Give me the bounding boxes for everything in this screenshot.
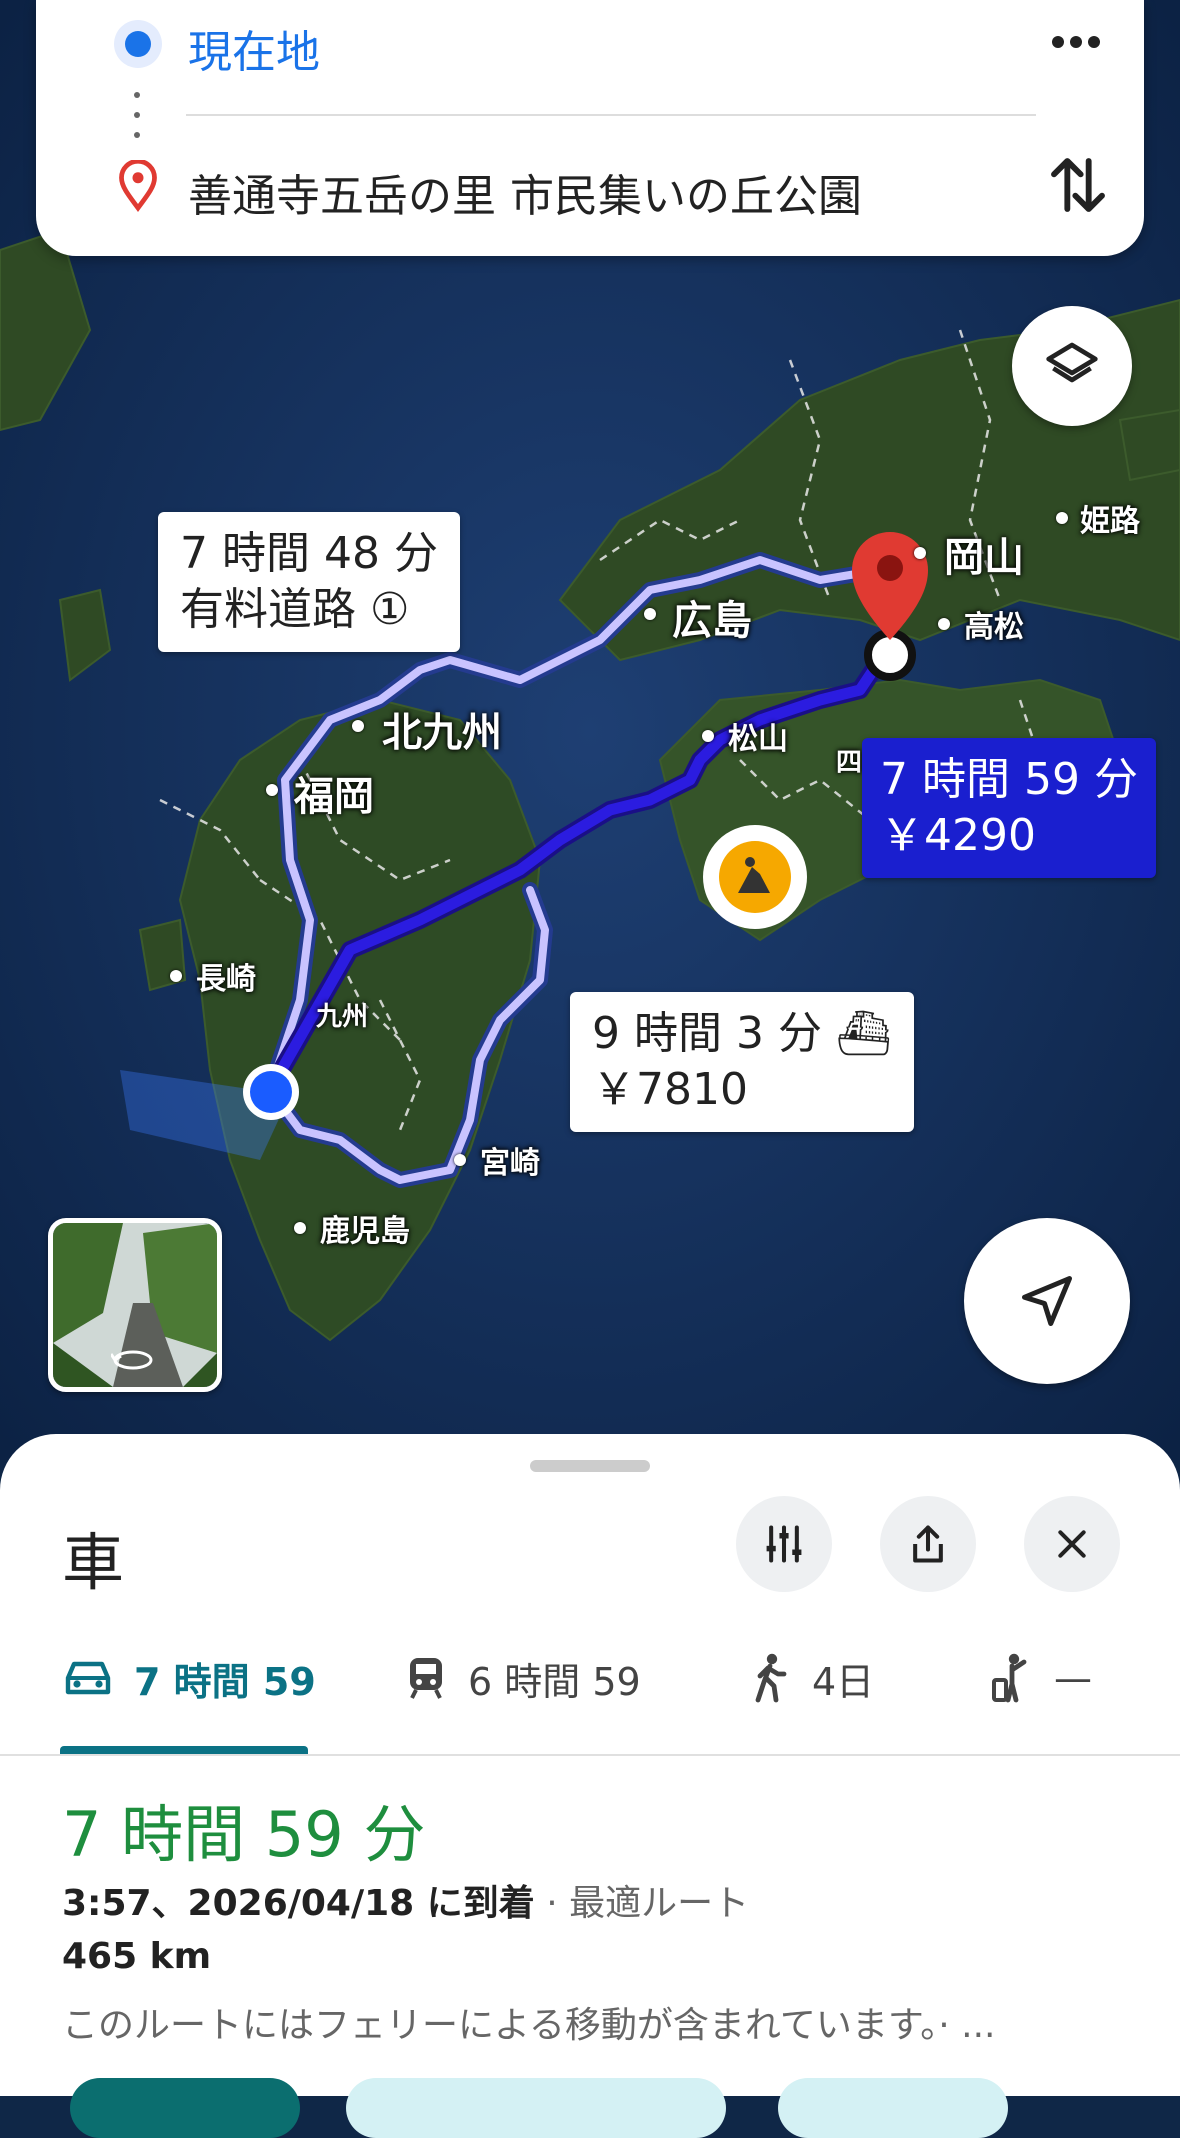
city-label-hiroshima: 広島 [672, 598, 752, 644]
route-detail: 有料道路 ① [180, 584, 410, 635]
route-detail: ￥4290 [880, 810, 1036, 861]
city-dot [352, 720, 364, 732]
close-icon [1058, 1530, 1086, 1558]
city-label-takamatsu: 高松 [964, 610, 1024, 645]
city-dot [938, 618, 950, 630]
tab-walk-label: 4日 [812, 1659, 875, 1704]
route-dot [134, 92, 140, 98]
start-button[interactable] [70, 2078, 300, 2138]
city-label-nagasaki: 長崎 [196, 962, 256, 997]
city-dot [170, 970, 182, 982]
route-bubble-toll[interactable]: 7 時間 48 分 有料道路 ① [158, 512, 460, 652]
city-label-okayama: 岡山 [944, 535, 1024, 581]
tune-icon [766, 1525, 802, 1563]
layers-button[interactable] [1012, 306, 1132, 426]
city-label-fukuoka: 福岡 [294, 774, 374, 820]
city-label-shikoku: 四 [836, 748, 863, 778]
city-dot [266, 784, 278, 796]
city-dot [702, 730, 714, 742]
route-time: 7 時間 59 分 [880, 754, 1138, 805]
city-label-kyushu: 九州 [316, 1002, 369, 1032]
city-label-matsuyama: 松山 [728, 722, 788, 757]
recenter-button[interactable] [964, 1218, 1130, 1384]
tabs-divider [0, 1754, 1180, 1756]
car-icon [65, 1661, 111, 1695]
current-location-marker [243, 1064, 299, 1120]
city-dot [294, 1222, 306, 1234]
route-duration: 7 時間 59 分 [62, 1798, 426, 1871]
tab-ride-label: — [1054, 1656, 1092, 1700]
directions-search-card: 現在地 善通寺五岳の里 市民集いの丘公園 [36, 0, 1144, 256]
walk-icon [755, 1653, 787, 1703]
swap-vertical-icon[interactable] [1046, 150, 1110, 220]
current-location-icon [114, 20, 162, 68]
city-label-miyazaki: 宮崎 [480, 1146, 540, 1181]
tab-walk[interactable]: 4日 [748, 1648, 874, 1708]
arrival-time: 3:57、2026/04/18 に到着 [62, 1883, 535, 1924]
destination-marker-icon [119, 160, 157, 212]
street-view-thumbnail[interactable] [48, 1218, 222, 1392]
navigate-arrow-icon [1022, 1276, 1072, 1326]
destination-field[interactable]: 善通寺五岳の里 市民集いの丘公園 [188, 160, 862, 224]
construction-icon [703, 825, 807, 929]
city-dot [1056, 512, 1068, 524]
share-button[interactable] [880, 1496, 976, 1592]
tab-transit[interactable]: 6 時間 59 [404, 1648, 641, 1708]
divider [186, 114, 1036, 116]
city-label-kitakyushu: 北九州 [382, 710, 502, 756]
tab-ride[interactable]: — [990, 1648, 1092, 1708]
route-detail: ￥7810 [592, 1064, 748, 1115]
tab-drive[interactable]: 7 時間 59 [62, 1648, 316, 1708]
share-icon [913, 1525, 943, 1563]
close-button[interactable] [1024, 1496, 1120, 1592]
tab-drive-label: 7 時間 59 [134, 1659, 316, 1704]
directions-bottom-sheet: 車 7 時間 59 6 時間 59 4日 — 7 時間 59 分 3:57、20… [0, 1434, 1180, 2138]
more-horizontal-icon[interactable] [1048, 30, 1104, 54]
route-options-button[interactable] [736, 1496, 832, 1592]
origin-field[interactable]: 現在地 [188, 16, 320, 80]
route-dot [134, 112, 140, 118]
route-dot [134, 132, 140, 138]
layers-icon [1046, 342, 1098, 383]
route-warning: このルートにはフェリーによる移動が含まれています。· ... [62, 2005, 996, 2046]
route-time: 7 時間 48 分 [180, 528, 438, 579]
tab-transit-label: 6 時間 59 [468, 1659, 641, 1704]
route-time: 9 時間 3 分 ⛴ [592, 1008, 892, 1059]
route-bubble-ferry[interactable]: 9 時間 3 分 ⛴ ￥7810 [570, 992, 914, 1132]
city-label-kagoshima: 鹿児島 [320, 1214, 410, 1249]
route-note: · 最適ルート [546, 1883, 750, 1924]
ride-hail-icon [992, 1653, 1027, 1703]
city-dot [454, 1154, 466, 1166]
route-distance: 465 km [62, 1936, 212, 1977]
save-button[interactable] [778, 2078, 1008, 2138]
active-tab-indicator [60, 1746, 308, 1754]
train-icon [410, 1658, 442, 1699]
street-view-icon [111, 1350, 153, 1370]
city-dot [644, 608, 656, 620]
route-bubble-selected[interactable]: 7 時間 59 分 ￥4290 [862, 738, 1156, 878]
city-dot [914, 547, 926, 559]
arrival-line: 3:57、2026/04/18 に到着 · 最適ルート [62, 1874, 749, 1926]
sheet-drag-handle[interactable] [530, 1460, 650, 1472]
city-label-himeji: 姫路 [1080, 504, 1140, 539]
travel-mode-title: 車 [62, 1526, 125, 1599]
steps-button[interactable] [346, 2078, 726, 2138]
